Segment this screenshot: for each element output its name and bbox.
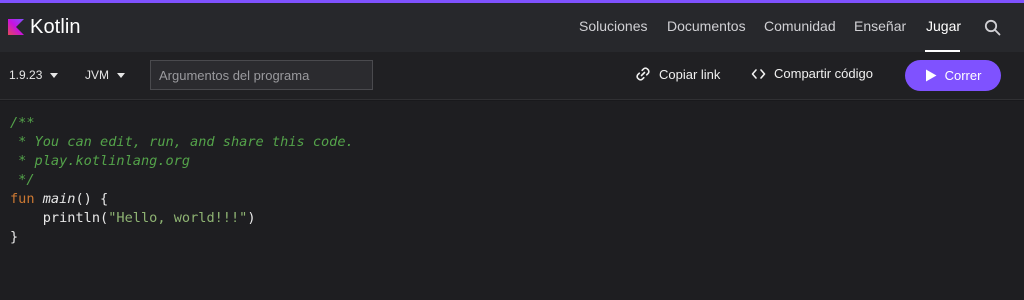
top-navigation: Kotlin Soluciones Documentos Comunidad E… — [0, 3, 1024, 52]
nav-ensenar[interactable]: Enseñar — [854, 18, 906, 34]
nav-jugar[interactable]: Jugar — [926, 18, 961, 34]
code-line-1: /** — [10, 115, 35, 131]
playground-toolbar: 1.9.23 JVM Copiar link Compartir código … — [0, 52, 1024, 100]
kotlin-logo-icon — [8, 19, 24, 35]
code-line-3: * play.kotlinlang.org — [10, 153, 191, 169]
run-button[interactable]: Correr — [905, 60, 1001, 91]
run-label: Correr — [944, 68, 982, 83]
code-line-5: fun main() { — [10, 191, 109, 207]
code-line-6: println("Hello, world!!!") — [42, 210, 256, 226]
share-code-label: Compartir código — [774, 66, 873, 81]
function-name: main — [42, 191, 76, 207]
string-literal: "Hello, world!!!" — [108, 210, 248, 226]
chevron-down-icon — [50, 72, 59, 78]
link-icon — [636, 67, 650, 81]
chevron-down-icon — [117, 72, 125, 78]
share-code-button[interactable]: Compartir código — [751, 66, 873, 81]
code-editor[interactable]: /** * You can edit, run, and share this … — [0, 101, 1024, 300]
kotlin-logo[interactable]: Kotlin — [8, 16, 81, 38]
copy-link-button[interactable]: Copiar link — [635, 66, 720, 82]
program-arguments-input[interactable] — [150, 60, 373, 90]
play-icon — [925, 69, 937, 82]
brand-name: Kotlin — [30, 15, 81, 38]
nav-documentos[interactable]: Documentos — [667, 18, 746, 34]
function-call: println — [42, 210, 101, 226]
keyword-fun: fun — [10, 191, 35, 207]
search-icon[interactable] — [984, 19, 1001, 36]
target-platform-value: JVM — [85, 68, 109, 82]
code-line-4: */ — [10, 172, 35, 188]
code-brackets-icon — [751, 68, 766, 79]
nav-comunidad[interactable]: Comunidad — [764, 18, 836, 34]
code-line-2: * You can edit, run, and share this code… — [10, 134, 354, 150]
kotlin-version-value: 1.9.23 — [9, 68, 43, 82]
code-line-7: } — [10, 229, 19, 245]
target-platform-dropdown[interactable]: JVM — [85, 68, 125, 82]
copy-link-label: Copiar link — [659, 66, 721, 82]
kotlin-version-dropdown[interactable]: 1.9.23 — [9, 68, 59, 82]
nav-soluciones[interactable]: Soluciones — [579, 18, 648, 34]
